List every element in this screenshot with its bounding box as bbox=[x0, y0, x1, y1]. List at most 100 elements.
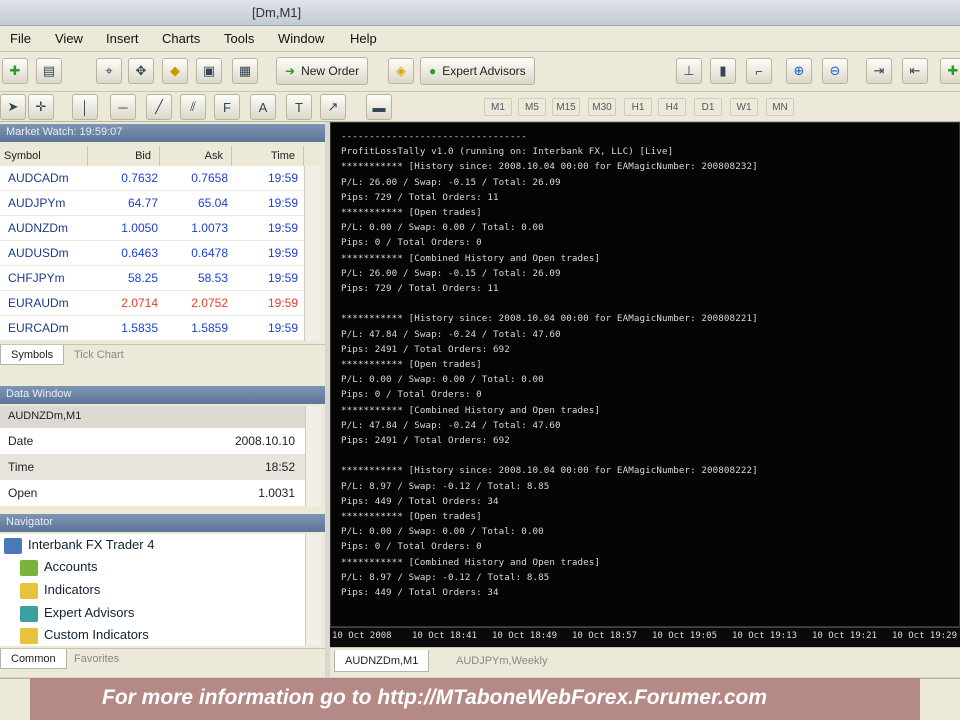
terminal-line: *********** [Combined History and Open t… bbox=[341, 404, 601, 416]
bid-cell: 1.5835 bbox=[121, 321, 158, 335]
table-row[interactable]: AUDUSDm 0.6463 0.6478 19:59 bbox=[0, 241, 320, 266]
vertical-line-icon[interactable]: │ bbox=[72, 94, 98, 120]
tab-favorites[interactable]: Favorites bbox=[64, 649, 129, 669]
menu-window[interactable]: Window bbox=[278, 31, 324, 46]
navigator-root-label: Interbank FX Trader 4 bbox=[28, 537, 155, 552]
navigator-item-accounts[interactable]: Accounts bbox=[20, 556, 97, 578]
terminal-line: Pips: 449 / Total Orders: 34 bbox=[341, 587, 499, 598]
timeframe-mn[interactable]: MN bbox=[766, 98, 794, 116]
navigator-item-indicators[interactable]: Indicators bbox=[20, 579, 100, 601]
table-row[interactable]: EURAUDm 2.0714 2.0752 19:59 bbox=[0, 291, 320, 316]
menu-help[interactable]: Help bbox=[350, 31, 377, 46]
menu-view[interactable]: View bbox=[55, 31, 83, 46]
table-row[interactable]: CHFJPYm 58.25 58.53 19:59 bbox=[0, 266, 320, 291]
metaeditor-icon[interactable]: ◈ bbox=[388, 58, 414, 84]
channel-icon[interactable]: ⫽ bbox=[180, 94, 206, 120]
expert-advisors-button[interactable]: ● Expert Advisors bbox=[420, 57, 535, 85]
text-icon[interactable]: A bbox=[250, 94, 276, 120]
terminal-line: P/L: 0.00 / Swap: 0.00 / Total: 0.00 bbox=[341, 526, 544, 538]
tab-chart-audjpy[interactable]: AUDJPYm,Weekly bbox=[446, 650, 557, 672]
line-chart-icon[interactable]: ⌐ bbox=[746, 58, 772, 84]
time-tick-label: 10 Oct 19:29 bbox=[892, 631, 958, 641]
menu-tools[interactable]: Tools bbox=[224, 31, 254, 46]
time-tick-label: 10 Oct 18:41 bbox=[412, 631, 478, 641]
accounts-icon bbox=[20, 559, 38, 576]
data-window-scrollbar[interactable] bbox=[305, 406, 321, 506]
market-watch-tabs: Symbols Tick Chart bbox=[0, 344, 325, 366]
terminal-line: P/L: 47.84 / Swap: -0.24 / Total: 47.60 bbox=[341, 328, 561, 340]
fibonacci-icon[interactable]: F bbox=[214, 94, 240, 120]
terminal-line: *********** [Open trades] bbox=[341, 207, 482, 218]
column-symbol[interactable]: Symbol bbox=[0, 146, 88, 166]
trendline-icon[interactable]: ╱ bbox=[146, 94, 172, 120]
auto-scroll-icon[interactable]: ⇥ bbox=[866, 58, 892, 84]
navigator-scrollbar[interactable] bbox=[305, 534, 321, 646]
periodicity-icon[interactable]: ▬ bbox=[366, 94, 392, 120]
symbol-cell: AUDUSDm bbox=[8, 246, 69, 260]
time-tick-label: 10 Oct 18:49 bbox=[492, 631, 558, 641]
bar-chart-icon[interactable]: ⊥ bbox=[676, 58, 702, 84]
new-chart-icon[interactable]: ✚ bbox=[2, 58, 28, 84]
timeframe-m5[interactable]: M5 bbox=[518, 98, 546, 116]
table-row[interactable]: AUDJPYm 64.77 65.04 19:59 bbox=[0, 191, 320, 216]
timeframe-d1[interactable]: D1 bbox=[694, 98, 722, 116]
navigator-root[interactable]: Interbank FX Trader 4 bbox=[4, 534, 154, 556]
label-icon[interactable]: T bbox=[286, 94, 312, 120]
menu-file[interactable]: File bbox=[10, 31, 31, 46]
table-row[interactable]: AUDNZDm 1.0050 1.0073 19:59 bbox=[0, 216, 320, 241]
chart-shift-icon[interactable]: ⇤ bbox=[902, 58, 928, 84]
timeframe-m15[interactable]: M15 bbox=[552, 98, 580, 116]
horizontal-line-icon[interactable]: ─ bbox=[110, 94, 136, 120]
terminal-icon[interactable]: ▣ bbox=[196, 58, 222, 84]
new-order-icon: ➜ bbox=[285, 64, 296, 78]
ask-cell: 58.53 bbox=[197, 271, 228, 285]
candlesticks-icon[interactable]: ▮ bbox=[710, 58, 736, 84]
ask-cell: 0.6478 bbox=[191, 246, 228, 260]
bid-cell: 58.25 bbox=[127, 271, 158, 285]
navigator-tree: Interbank FX Trader 4 Accounts Indicator… bbox=[0, 534, 305, 646]
column-time[interactable]: Time bbox=[232, 146, 304, 166]
tester-icon[interactable]: ▦ bbox=[232, 58, 258, 84]
navigator-item-label: Expert Advisors bbox=[44, 605, 135, 620]
navigator-item-custom-indicators[interactable]: Custom Indicators bbox=[20, 624, 149, 646]
table-row[interactable]: EURCADm 1.5835 1.5859 19:59 bbox=[0, 316, 320, 341]
terminal-line: --------------------------------- bbox=[341, 131, 527, 142]
market-watch-scrollbar[interactable] bbox=[304, 166, 320, 341]
tab-common[interactable]: Common bbox=[0, 649, 67, 669]
symbol-cell: CHFJPYm bbox=[8, 271, 65, 285]
table-row[interactable]: AUDCADm 0.7632 0.7658 19:59 bbox=[0, 166, 320, 191]
column-bid[interactable]: Bid bbox=[88, 146, 160, 166]
indicators-icon[interactable]: ✚ bbox=[940, 58, 960, 84]
crosshair-icon[interactable]: ✛ bbox=[28, 94, 54, 120]
tab-chart-audnzd[interactable]: AUDNZDm,M1 bbox=[334, 650, 430, 672]
market-watch-icon[interactable]: ⌖ bbox=[96, 58, 122, 84]
data-row: Open 1.0031 bbox=[0, 480, 305, 506]
arrows-icon[interactable]: ↗ bbox=[320, 94, 346, 120]
chart-window[interactable]: --------------------------------- ProfitL… bbox=[330, 122, 960, 627]
data-window-icon[interactable]: ✥ bbox=[128, 58, 154, 84]
profiles-icon[interactable]: ▤ bbox=[36, 58, 62, 84]
column-ask[interactable]: Ask bbox=[160, 146, 232, 166]
menu-charts[interactable]: Charts bbox=[162, 31, 200, 46]
symbol-cell: AUDJPYm bbox=[8, 196, 66, 210]
navigator-item-expert-advisors[interactable]: Expert Advisors bbox=[20, 602, 134, 624]
zoom-out-icon[interactable]: ⊖ bbox=[822, 58, 848, 84]
timeframe-m30[interactable]: M30 bbox=[588, 98, 616, 116]
terminal-line: P/L: 26.00 / Swap: -0.15 / Total: 26.09 bbox=[341, 267, 561, 279]
zoom-in-icon[interactable]: ⊕ bbox=[786, 58, 812, 84]
new-order-button[interactable]: ➜ New Order bbox=[276, 57, 369, 85]
cursor-icon[interactable]: ➤ bbox=[0, 94, 26, 120]
timeframe-w1[interactable]: W1 bbox=[730, 98, 758, 116]
tab-tick-chart[interactable]: Tick Chart bbox=[64, 345, 134, 365]
bid-cell: 2.0714 bbox=[121, 296, 158, 310]
navigator-icon[interactable]: ◆ bbox=[162, 58, 188, 84]
timeframe-h1[interactable]: H1 bbox=[624, 98, 652, 116]
tab-symbols[interactable]: Symbols bbox=[0, 345, 65, 365]
expert-advisors-icon: ● bbox=[429, 64, 437, 78]
timeframe-h4[interactable]: H4 bbox=[658, 98, 686, 116]
menu-insert[interactable]: Insert bbox=[106, 31, 139, 46]
timeframe-m1[interactable]: M1 bbox=[484, 98, 512, 116]
terminal-line: ProfitLossTally v1.0 (running on: Interb… bbox=[341, 146, 674, 158]
terminal-line: *********** [Open trades] bbox=[341, 359, 482, 370]
symbol-cell: EURAUDm bbox=[8, 296, 69, 310]
